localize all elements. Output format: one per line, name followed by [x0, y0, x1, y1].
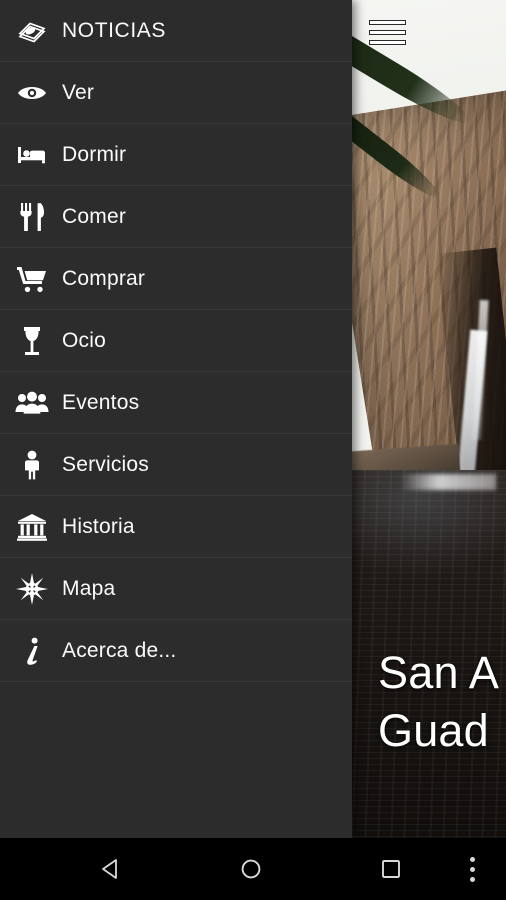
navigation-drawer: NOTICIAS Ver Dormir Comer Comprar Ocio E… — [0, 0, 352, 838]
sidebar-item-mapa[interactable]: Mapa — [0, 558, 352, 620]
bed-icon — [12, 138, 52, 172]
sidebar-item-label: Mapa — [62, 576, 116, 600]
sidebar-item-eventos[interactable]: Eventos — [0, 372, 352, 434]
sidebar-item-label: NOTICIAS — [62, 18, 166, 42]
people-group-icon — [12, 386, 52, 420]
home-icon[interactable] — [220, 838, 282, 900]
eye-icon — [12, 76, 52, 110]
sidebar-item-label: Servicios — [62, 452, 149, 476]
sidebar-item-dormir[interactable]: Dormir — [0, 124, 352, 186]
sidebar-item-label: Ver — [62, 80, 95, 104]
sidebar-item-historia[interactable]: Historia — [0, 496, 352, 558]
photo-water-foam — [400, 474, 496, 490]
sidebar-item-label: Dormir — [62, 142, 127, 166]
overflow-dot-2 — [469, 866, 475, 872]
hamburger-icon[interactable] — [369, 20, 406, 45]
wine-glass-icon — [12, 324, 52, 358]
sidebar-item-label: Comer — [62, 204, 127, 228]
info-icon — [12, 634, 52, 668]
system-navigation-bar — [0, 838, 506, 900]
cutlery-icon — [12, 200, 52, 234]
overflow-menu-icon[interactable] — [452, 838, 492, 900]
newspapers-icon — [12, 14, 52, 48]
sidebar-item-comprar[interactable]: Comprar — [0, 248, 352, 310]
recents-icon[interactable] — [360, 838, 422, 900]
sidebar-item-label: Eventos — [62, 390, 140, 414]
overflow-dots — [469, 856, 475, 882]
hamburger-bar-1 — [369, 20, 406, 25]
hamburger-bar-2 — [369, 30, 406, 35]
sidebar-item-ocio[interactable]: Ocio — [0, 310, 352, 372]
hamburger-bar-3 — [369, 40, 406, 45]
overflow-dot-1 — [469, 856, 475, 862]
sidebar-item-label: Acerca de... — [62, 638, 177, 662]
museum-icon — [12, 510, 52, 544]
sidebar-item-servicios[interactable]: Servicios — [0, 434, 352, 496]
back-icon[interactable] — [80, 838, 142, 900]
sidebar-item-acerca-de[interactable]: Acerca de... — [0, 620, 352, 682]
sidebar-item-label: Comprar — [62, 266, 146, 290]
sidebar-item-comer[interactable]: Comer — [0, 186, 352, 248]
person-icon — [12, 448, 52, 482]
sidebar-item-label: Historia — [62, 514, 135, 538]
overflow-dot-3 — [469, 876, 475, 882]
sidebar-item-label: Ocio — [62, 328, 106, 352]
sidebar-item-ver[interactable]: Ver — [0, 62, 352, 124]
app-screen: San A Guad NOTICIAS Ver Dormir Comer Com… — [0, 0, 506, 900]
sidebar-item-noticias[interactable]: NOTICIAS — [0, 0, 352, 62]
shopping-cart-icon — [12, 262, 52, 296]
compass-icon — [12, 572, 52, 606]
